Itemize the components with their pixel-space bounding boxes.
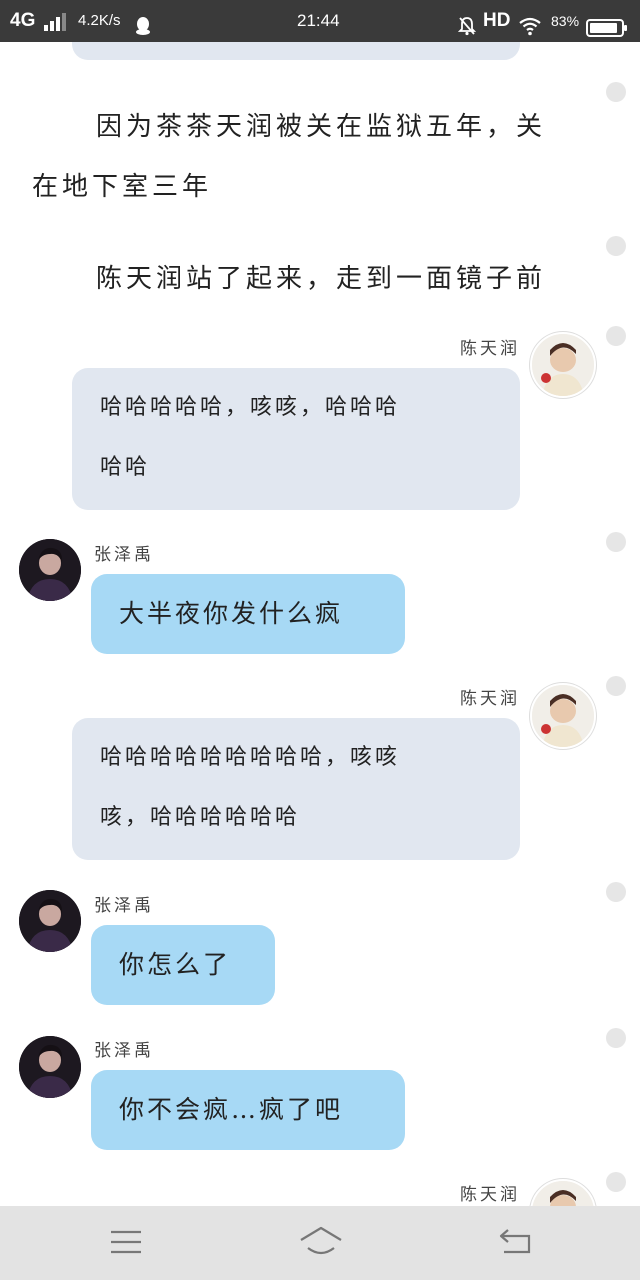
select-radio[interactable] [606, 1172, 626, 1192]
message-bubble[interactable]: 哈哈哈哈哈，咳咳，哈哈哈 哈哈 [72, 368, 520, 510]
select-radio[interactable] [606, 882, 626, 902]
chat-area[interactable]: 因为茶茶天润被关在监狱五年，关 在地下室三年 陈天润站了起来，走到一面镜子前 陈… [0, 42, 640, 1206]
back-icon[interactable] [496, 1224, 536, 1260]
message-text-line: 咳，哈哈哈哈哈哈 [100, 805, 301, 830]
narration-line-1: 因为茶茶天润被关在监狱五年，关 [96, 112, 547, 142]
sender-name: 张泽禹 [94, 896, 154, 916]
navigation-bar [0, 1206, 640, 1280]
bell-off-icon [457, 11, 477, 36]
menu-icon[interactable] [106, 1224, 146, 1260]
avatar[interactable] [19, 890, 81, 952]
message-text: 你不会疯…疯了吧 [119, 1095, 344, 1124]
qq-icon [134, 11, 152, 35]
message-bubble[interactable]: 你不会疯…疯了吧 [91, 1070, 405, 1150]
signal-icon [44, 13, 68, 31]
select-radio[interactable] [606, 532, 626, 552]
avatar[interactable] [530, 683, 596, 749]
network-type: 4G [10, 10, 36, 31]
message-bubble[interactable]: 大半夜你发什么疯 [91, 574, 405, 654]
network-speed: 4.2K/s [78, 12, 121, 29]
avatar[interactable] [19, 539, 81, 601]
wifi-icon [518, 11, 542, 36]
message-bubble[interactable]: 哈哈哈哈哈哈哈哈哈，咳咳 咳，哈哈哈哈哈哈 [72, 718, 520, 860]
select-radio[interactable] [606, 1028, 626, 1048]
avatar[interactable] [530, 332, 596, 398]
select-radio[interactable] [606, 236, 626, 256]
message-bubble-partial [72, 42, 520, 60]
clock: 21:44 [297, 11, 340, 30]
sender-name: 陈天润 [460, 339, 520, 359]
message-text-line: 哈哈哈哈哈哈哈哈哈，咳咳 [100, 745, 401, 770]
message-text: 大半夜你发什么疯 [119, 599, 344, 628]
narration-line-2: 在地下室三年 [32, 172, 213, 202]
message-text-line: 哈哈 [100, 455, 151, 480]
sender-name: 陈天润 [460, 689, 520, 709]
sender-name: 张泽禹 [94, 545, 154, 565]
select-radio[interactable] [606, 82, 626, 102]
battery-icon [586, 12, 628, 37]
select-radio[interactable] [606, 326, 626, 346]
message-text-line: 哈哈哈哈哈，咳咳，哈哈哈 [100, 395, 401, 420]
message-bubble[interactable]: 你怎么了 [91, 925, 275, 1005]
select-radio[interactable] [606, 676, 626, 696]
avatar[interactable] [530, 1179, 596, 1206]
narration-line-3: 陈天润站了起来，走到一面镜子前 [96, 264, 547, 294]
avatar[interactable] [19, 1036, 81, 1098]
message-text: 你怎么了 [119, 950, 232, 979]
battery-percent: 83% [551, 13, 580, 29]
sender-name: 张泽禹 [94, 1041, 154, 1061]
status-bar: 4G 4.2K/s 21:44 HD 83% [0, 0, 640, 42]
hd-indicator: HD [483, 10, 511, 31]
home-icon[interactable] [298, 1224, 344, 1260]
sender-name: 陈天润 [460, 1185, 520, 1205]
